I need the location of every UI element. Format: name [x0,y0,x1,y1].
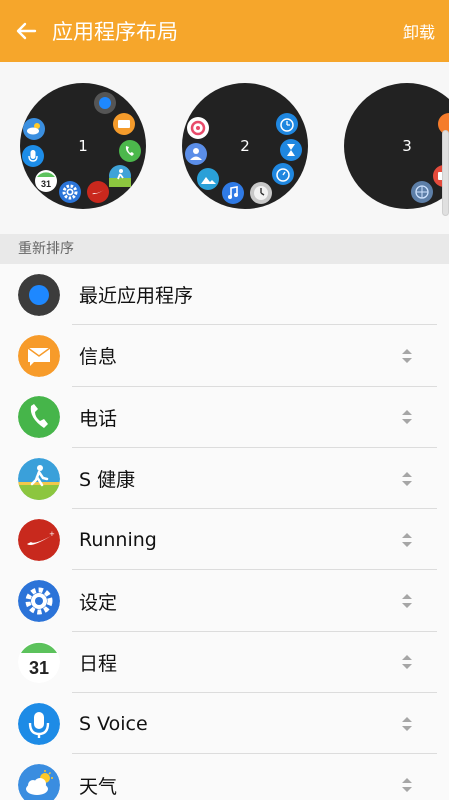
phone-icon [18,396,60,439]
list-item-s-voice[interactable]: S Voice [0,693,449,755]
section-header: 重新排序 [0,234,449,264]
reorder-handle-icon[interactable] [401,409,413,425]
weather-icon [23,118,45,140]
list-item-s-health[interactable]: S 健康 [0,448,449,510]
list-item-phone[interactable]: 电话 [0,387,449,448]
clock-icon [250,182,272,204]
list-item-calendar[interactable]: 31 日程 [0,632,449,694]
microphone-icon [18,702,60,745]
reorder-handle-icon[interactable] [401,593,413,609]
back-button[interactable] [0,0,52,62]
reorder-handle-icon[interactable] [401,777,413,793]
nike-running-icon: + [18,518,60,561]
gallery-icon [187,117,209,139]
calendar-icon: 31 [18,641,60,684]
reorder-handle-icon[interactable] [401,471,413,487]
page-number: 2 [240,137,250,155]
gallery-landscape-icon [197,168,219,190]
app-bar: 应用程序布局 卸载 [0,0,449,62]
page-number: 3 [402,137,412,155]
list-item-label: S 健康 [79,469,136,492]
page-number: 1 [78,137,88,155]
list-item-label: Running [79,528,157,551]
music-icon [222,182,244,204]
page-circle-1[interactable]: 1 31 [20,83,146,209]
reorder-handle-icon[interactable] [401,716,413,732]
contacts-icon [185,143,207,165]
list-item-label: 天气 [79,775,118,798]
reorder-handle-icon[interactable] [401,654,413,670]
page-title: 应用程序布局 [52,20,178,44]
list-item-label: 信息 [79,346,118,369]
page-circle-3[interactable]: 3 [344,83,449,209]
app-list: 最近应用程序 信息 电话 S 健康 + Running 设定 31 日程 S V… [0,264,449,800]
list-item-messages[interactable]: 信息 [0,325,449,387]
nike-running-icon [87,181,109,203]
calendar-icon: 31 [35,170,57,192]
uninstall-button[interactable]: 卸载 [403,19,435,43]
carousel-edge-handle[interactable] [442,130,449,216]
weather-icon [18,764,60,800]
svg-text:+: + [49,530,55,538]
phone-icon [119,140,141,162]
calendar-badge: 31 [29,658,49,678]
reorder-handle-icon[interactable] [401,532,413,548]
list-item-running[interactable]: + Running [0,509,449,571]
recent-apps-icon [18,273,60,316]
messages-icon [113,113,135,135]
list-item-label: 电话 [79,407,118,430]
messages-icon [18,334,60,377]
list-item-weather[interactable]: 天气 [0,754,449,800]
settings-gear-icon [59,181,81,203]
list-item-recent-apps[interactable]: 最近应用程序 [0,264,449,326]
s-health-icon [109,165,131,187]
globe-icon [411,181,433,203]
page-circle-2[interactable]: 2 [182,83,308,209]
recent-apps-icon [94,92,116,114]
reorder-handle-icon[interactable] [401,348,413,364]
back-arrow-icon [16,22,37,40]
list-item-settings[interactable]: 设定 [0,570,449,632]
timer-icon [272,163,294,185]
page-carousel: 1 31 2 3 [0,62,449,234]
microphone-icon [22,145,44,167]
list-item-label: 最近应用程序 [79,285,194,308]
list-item-label: 日程 [79,652,118,675]
list-item-label: S Voice [79,712,148,735]
settings-gear-icon [18,580,60,623]
svg-text:31: 31 [41,179,51,189]
stopwatch-icon [280,139,302,161]
list-item-label: 设定 [79,591,118,614]
alarm-icon [276,113,298,135]
s-health-icon [18,457,60,500]
